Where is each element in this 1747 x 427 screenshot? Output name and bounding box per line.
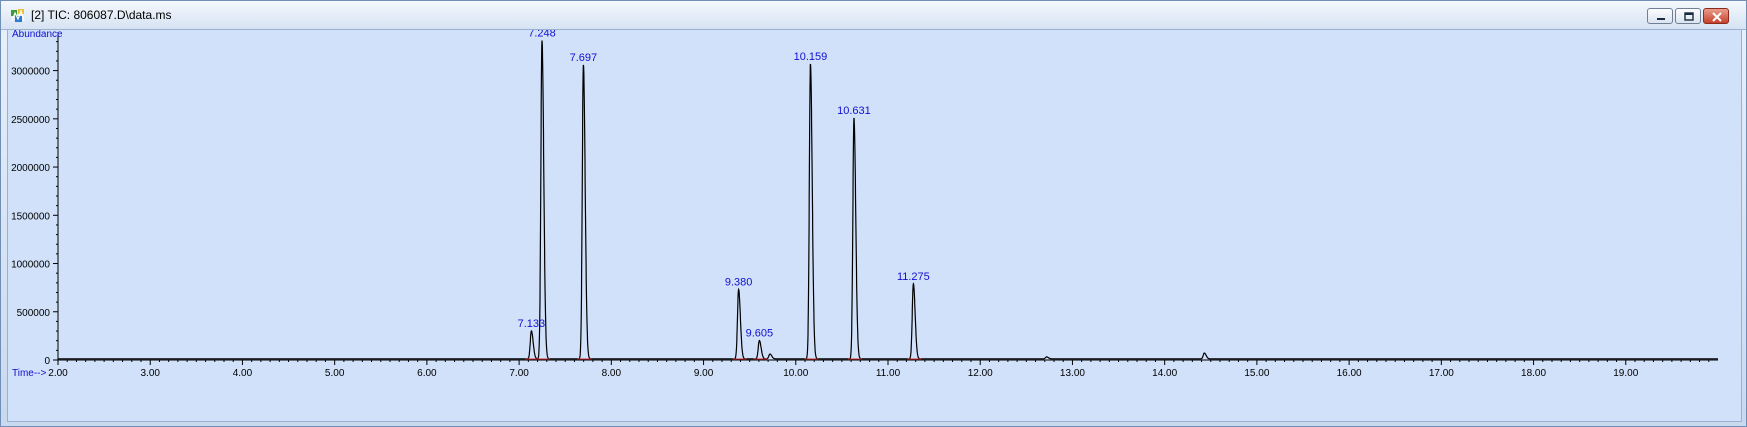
x-tick-label: 9.00 (694, 368, 714, 379)
x-tick-label: 12.00 (968, 368, 993, 379)
chromatogram-window: [2] TIC: 806087.D\data.ms 0 500000 1000000… (0, 0, 1747, 427)
chromatogram-plot: 0 500000 1000000 1500000 2000000 2500000 30000… (7, 29, 1742, 422)
chromatogram-icon (11, 9, 25, 22)
close-icon (1712, 12, 1722, 22)
x-tick-label: 3.00 (140, 368, 160, 379)
x-tick-label: 4.00 (233, 368, 253, 379)
peak-label: 11.275 (897, 271, 930, 283)
window-title: [2] TIC: 806087.D\data.ms (31, 8, 172, 22)
y-tick-label: 3000000 (11, 67, 50, 78)
y-axis-label: Abundance (12, 30, 63, 40)
y-tick-label: 500000 (17, 308, 51, 319)
axes (57, 32, 1718, 361)
title-bar[interactable]: [2] TIC: 806087.D\data.ms (1, 1, 1746, 30)
x-tick-label: 18.00 (1521, 368, 1546, 379)
peak-label: 9.605 (746, 328, 774, 340)
y-tick-label: 1500000 (11, 211, 50, 222)
x-tick-label: 15.00 (1244, 368, 1269, 379)
peak-label: 7.133 (518, 318, 546, 330)
x-tick-label: 19.00 (1613, 368, 1638, 379)
x-tick-label: 7.00 (509, 368, 529, 379)
x-tick-label: 16.00 (1337, 368, 1362, 379)
x-tick-label: 5.00 (325, 368, 345, 379)
peak-labels: 7.133 7.248 7.697 9.380 9.605 10.159 10.631 11.… (518, 30, 930, 360)
y-tick-label: 1000000 (11, 260, 50, 271)
peak-label: 10.159 (794, 51, 828, 63)
x-tick-label: 2.00 (48, 368, 68, 379)
chromatogram-chart: 0 500000 1000000 1500000 2000000 2500000 30000… (11, 30, 1718, 379)
y-tick-label: 2500000 (11, 115, 50, 126)
peak-label: 9.380 (725, 277, 753, 289)
minimize-button[interactable] (1647, 8, 1673, 24)
peak-label: 7.248 (528, 30, 556, 40)
peak-label: 10.631 (837, 105, 871, 117)
minimize-icon (1657, 18, 1665, 20)
y-tick-label: 2000000 (11, 163, 50, 174)
ticks: 0 500000 1000000 1500000 2000000 2500000 30000… (11, 41, 1710, 379)
tic-trace (58, 40, 1718, 360)
tic-trace-line (58, 40, 1718, 360)
x-tick-label: 10.00 (783, 368, 808, 379)
restore-icon (1684, 12, 1694, 21)
x-axis-label: Time--> (12, 368, 47, 379)
x-tick-label: 13.00 (1060, 368, 1085, 379)
y-tick-label: 0 (44, 356, 50, 367)
x-tick-label: 8.00 (602, 368, 622, 379)
restore-button[interactable] (1675, 8, 1701, 24)
x-tick-label: 17.00 (1429, 368, 1454, 379)
x-tick-label: 11.00 (876, 368, 901, 379)
peak-label: 7.697 (570, 52, 598, 64)
close-button[interactable] (1703, 8, 1729, 24)
x-tick-label: 14.00 (1152, 368, 1177, 379)
x-tick-label: 6.00 (417, 368, 437, 379)
